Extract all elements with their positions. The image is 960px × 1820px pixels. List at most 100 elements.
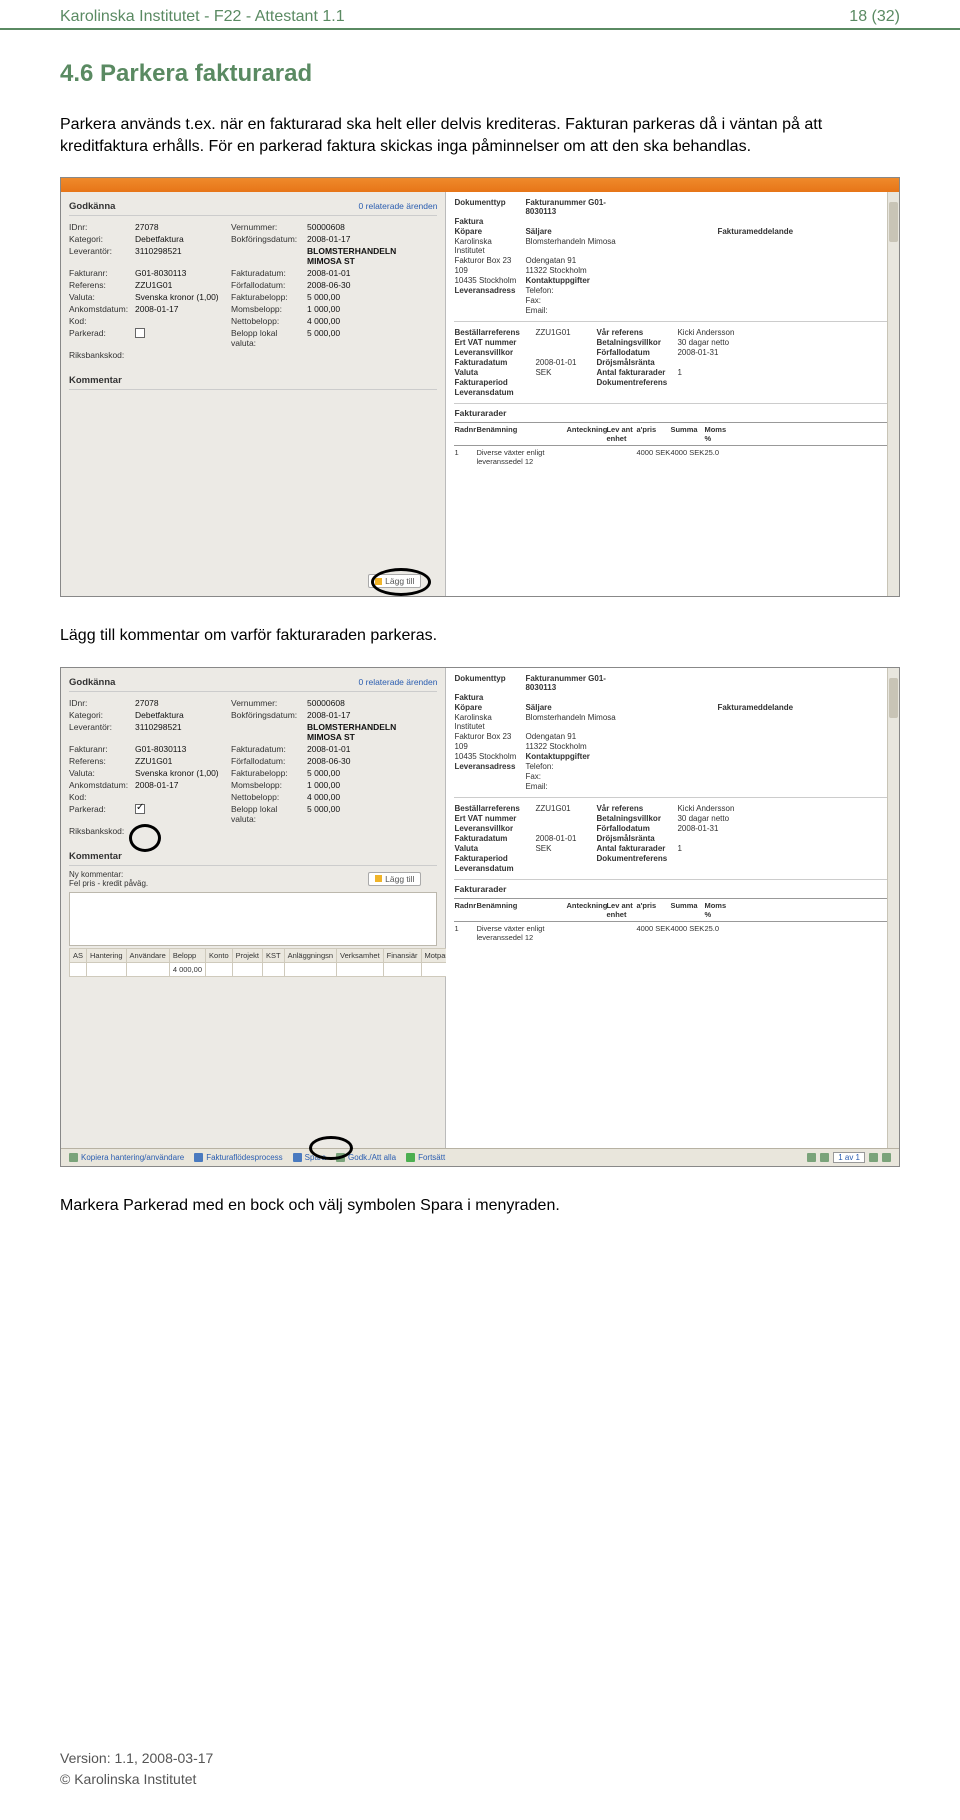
row-belopp: 4 000,00 bbox=[169, 962, 205, 976]
add-comment-button-2[interactable]: Lägg till bbox=[368, 872, 421, 886]
val-levname: BLOMSTERHANDELN MIMOSA ST bbox=[307, 246, 397, 266]
row-summa: 4000 SEK bbox=[670, 448, 704, 466]
lbl-riksbank: Riksbankskod: bbox=[69, 350, 129, 360]
doc-header-left: Karolinska Institutet - F22 - Attestant … bbox=[60, 8, 345, 26]
saljare-l5: Telefon: bbox=[525, 286, 620, 295]
lbl-faktperiod: Fakturaperiod bbox=[454, 378, 529, 387]
saljare-l4: Kontaktuppgifter bbox=[525, 276, 620, 285]
val-netto: 4 000,00 bbox=[307, 316, 397, 326]
val-moms: 1 000,00 bbox=[307, 304, 397, 314]
val-vernr: 50000608 bbox=[307, 222, 397, 232]
lbl-bokf: Bokföringsdatum: bbox=[231, 234, 301, 244]
val-betvillkor: 30 dagar netto bbox=[677, 338, 737, 347]
kopare-l4: 10435 Stockholm bbox=[454, 276, 519, 285]
row-radnr: 1 bbox=[454, 448, 476, 466]
lbl-kopare: Köpare bbox=[454, 227, 519, 236]
saljare-l6: Fax: bbox=[525, 296, 620, 305]
val-ankomst: 2008-01-17 bbox=[135, 304, 225, 314]
note-icon bbox=[375, 875, 382, 882]
lbl-faktnr: Fakturanr: bbox=[69, 268, 129, 278]
val-forfall2: 2008-01-31 bbox=[677, 348, 737, 357]
lbl-faktmedd: Fakturameddelande bbox=[717, 227, 891, 236]
annotation-circle-laggtill bbox=[371, 568, 431, 596]
lbl-faktbel: Fakturabelopp: bbox=[231, 292, 301, 302]
row-apris: 4000 SEK bbox=[636, 448, 670, 466]
lbl-lev: Leverantör: bbox=[69, 246, 129, 266]
lbl-forfall2: Förfallodatum bbox=[596, 348, 671, 357]
kopare-l1: Karolinska Institutet bbox=[454, 237, 519, 255]
val-bestref: ZZU1G01 bbox=[535, 328, 590, 337]
bottom-toolbar: Kopiera hantering/användare Fakturaflöde… bbox=[61, 1148, 899, 1166]
col-apris: a'pris bbox=[636, 425, 670, 443]
lbl-parkerad: Parkerad: bbox=[69, 328, 129, 348]
nav-prev-icon[interactable] bbox=[820, 1153, 829, 1162]
approve-title: Godkänna bbox=[69, 201, 115, 212]
kommentar-title: Kommentar bbox=[69, 375, 122, 386]
val-forfall: 2008-06-30 bbox=[307, 280, 397, 290]
val-kod bbox=[135, 316, 225, 326]
app-topbar bbox=[61, 178, 899, 192]
toolbar-copy[interactable]: Kopiera hantering/användare bbox=[69, 1153, 184, 1162]
approve-panel: Godkänna 0 relaterade ärenden IDnr: 2707… bbox=[61, 192, 446, 596]
lbl-valuta2: Valuta bbox=[454, 368, 529, 377]
toolbar-continue[interactable]: Fortsätt bbox=[406, 1153, 445, 1162]
lbl-idnr: IDnr: bbox=[69, 222, 129, 232]
screenshot-1: Godkänna 0 relaterade ärenden IDnr: 2707… bbox=[60, 177, 900, 597]
paragraph-3: Markera Parkerad med en bock och välj sy… bbox=[60, 1195, 880, 1217]
related-link-2[interactable]: 0 relaterade ärenden bbox=[359, 677, 438, 688]
comment-textarea[interactable] bbox=[69, 892, 437, 946]
page-indicator: 1 av 1 bbox=[833, 1152, 865, 1163]
screenshot-2: Godkänna 0 relaterade ärenden IDnr:27078… bbox=[60, 667, 900, 1167]
lbl-netto: Nettobelopp: bbox=[231, 316, 301, 326]
lbl-doktyp: Dokumenttyp bbox=[454, 198, 519, 216]
annotation-circle-spara bbox=[309, 1136, 353, 1160]
val-kategori: Debetfaktura bbox=[135, 234, 225, 244]
lbl-levvillkor: Leveransvillkor bbox=[454, 348, 529, 357]
lbl-ertvat: Ert VAT nummer bbox=[454, 338, 529, 347]
lbl-betvillkor: Betalningsvillkor bbox=[596, 338, 671, 347]
lbl-faktrader: Fakturarader bbox=[454, 408, 891, 418]
saljare-l2: Odengatan 91 bbox=[525, 256, 620, 265]
nav-last-icon[interactable] bbox=[882, 1153, 891, 1162]
parkerad-checkbox-checked[interactable] bbox=[135, 804, 145, 814]
footer-org: Karolinska Institutet bbox=[60, 1769, 213, 1790]
kopare-l3: 109 bbox=[454, 266, 519, 275]
scrollbar-2[interactable] bbox=[887, 668, 899, 1148]
col-moms: Moms % bbox=[704, 425, 734, 443]
col-levant: Lev ant enhet bbox=[606, 425, 636, 443]
val-belopplok: 5 000,00 bbox=[307, 328, 397, 348]
doc-footer: Version: 1.1, 2008-03-17 Karolinska Inst… bbox=[60, 1748, 213, 1790]
lbl-faktdat2: Fakturadatum bbox=[454, 358, 529, 367]
lbl-belopplok: Belopp lokal valuta: bbox=[231, 328, 301, 348]
lbl-faktura: Faktura bbox=[454, 217, 519, 226]
lbl-faktdat: Fakturadatum: bbox=[231, 268, 301, 278]
footer-version: Version: 1.1, 2008-03-17 bbox=[60, 1748, 213, 1769]
paragraph-2: Lägg till kommentar om varför fakturarad… bbox=[60, 625, 880, 647]
section-title: 4.6 Parkera fakturarad bbox=[60, 60, 900, 88]
parkerad-checkbox[interactable] bbox=[135, 328, 145, 338]
doc-header-right: 18 (32) bbox=[849, 8, 900, 26]
flow-icon bbox=[194, 1153, 203, 1162]
val-faktdat: 2008-01-01 bbox=[307, 268, 397, 278]
toolbar-flow[interactable]: Fakturaflödesprocess bbox=[194, 1153, 282, 1162]
nav-first-icon[interactable] bbox=[807, 1153, 816, 1162]
val-ref: ZZU1G01 bbox=[135, 280, 225, 290]
val-varref: Kicki Andersson bbox=[677, 328, 737, 337]
saljare-l3: 11322 Stockholm bbox=[525, 266, 620, 275]
val-bokf: 2008-01-17 bbox=[307, 234, 397, 244]
doc-header: Karolinska Institutet - F22 - Attestant … bbox=[0, 0, 960, 30]
nav-next-icon[interactable] bbox=[869, 1153, 878, 1162]
lbl-dokref: Dokumentreferens bbox=[596, 378, 671, 387]
val-valuta2: SEK bbox=[535, 368, 590, 377]
val-idnr: 27078 bbox=[135, 222, 225, 232]
scrollbar[interactable] bbox=[887, 192, 899, 596]
lbl-drojsmal: Dröjsmålsränta bbox=[596, 358, 671, 367]
paragraph-1: Parkera används t.ex. när en fakturarad … bbox=[60, 114, 880, 157]
lbl-moms: Momsbelopp: bbox=[231, 304, 301, 314]
related-link[interactable]: 0 relaterade ärenden bbox=[359, 201, 438, 212]
val-faktnr: G01-8030113 bbox=[135, 268, 225, 278]
row-moms: 25.0 bbox=[704, 448, 734, 466]
lbl-ref: Referens: bbox=[69, 280, 129, 290]
val-faktbel: 5 000,00 bbox=[307, 292, 397, 302]
lbl-vernr: Vernummer: bbox=[231, 222, 301, 232]
